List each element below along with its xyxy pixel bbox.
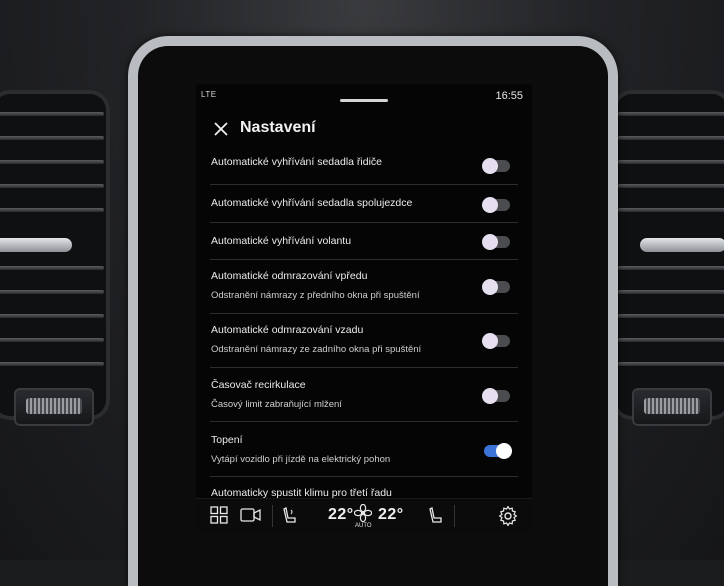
divider (454, 505, 455, 527)
settings-list: Automatické vyhřívání sedadla řidiče Aut… (210, 148, 518, 506)
heating-toggle[interactable] (484, 443, 512, 459)
vent-dial-left[interactable] (14, 388, 94, 426)
climate-bar: 22° AUTO 22° (196, 498, 532, 532)
right-temperature[interactable]: 22° (378, 506, 404, 524)
setting-description: Odstranění námrazy z předního okna při s… (211, 290, 420, 301)
front-defrost-toggle[interactable] (482, 279, 510, 295)
setting-label: Časovač recirkulace (211, 379, 306, 391)
page-title: Nastavení (240, 119, 316, 136)
close-button[interactable] (210, 118, 232, 140)
air-vent-left (0, 90, 110, 420)
vent-dial-right[interactable] (632, 388, 712, 426)
network-indicator: LTE (201, 90, 217, 99)
setting-row-rear-defrost[interactable]: Automatické odmrazování vzadu Odstranění… (210, 313, 518, 367)
fan-mode-label: AUTO (355, 523, 372, 529)
gear-icon[interactable] (498, 506, 518, 526)
camera-icon[interactable] (240, 506, 262, 524)
setting-label: Automatické vyhřívání sedadla řidiče (211, 156, 382, 168)
fan-icon[interactable] (354, 504, 372, 522)
driver-seat-heating-toggle[interactable] (482, 158, 510, 174)
passenger-seat-heating-toggle[interactable] (482, 197, 510, 213)
left-temperature[interactable]: 22° (328, 506, 354, 524)
setting-description: Odstranění námrazy ze zadního okna při s… (211, 344, 422, 355)
setting-label: Topení (211, 434, 243, 446)
settings-header: Nastavení (196, 114, 532, 148)
setting-label: Automatické vyhřívání volantu (211, 235, 352, 247)
driver-seat-icon[interactable] (282, 506, 298, 526)
recirculation-timer-toggle[interactable] (482, 388, 510, 404)
divider (272, 505, 273, 527)
setting-label: Automatické vyhřívání sedadla spolujezdc… (211, 197, 413, 209)
clock: 16:55 (495, 90, 523, 102)
infotainment-screen: LTE 16:55 Nastavení Automatické vyhříván… (196, 84, 532, 532)
setting-row-passenger-seat-heating[interactable]: Automatické vyhřívání sedadla spolujezdc… (210, 184, 518, 222)
steering-wheel-heating-toggle[interactable] (482, 234, 510, 250)
rear-defrost-toggle[interactable] (482, 333, 510, 349)
passenger-seat-icon[interactable] (428, 506, 444, 526)
status-bar: LTE 16:55 (196, 84, 532, 108)
app-grid-icon[interactable] (210, 506, 228, 524)
setting-label: Automatické odmrazování vpředu (211, 270, 368, 282)
setting-row-heating[interactable]: Topení Vytápí vozidlo při jízdě na elekt… (210, 421, 518, 476)
pull-down-handle[interactable] (340, 99, 388, 102)
setting-description: Časový limit zabraňující mlžení (211, 399, 342, 410)
setting-label: Automatické odmrazování vzadu (211, 324, 364, 336)
setting-row-driver-seat-heating[interactable]: Automatické vyhřívání sedadla řidiče (210, 148, 518, 184)
setting-row-front-defrost[interactable]: Automatické odmrazování vpředu Odstraněn… (210, 259, 518, 313)
vent-knob-right[interactable] (640, 238, 724, 252)
close-icon (214, 122, 228, 136)
air-vent-right (612, 90, 724, 420)
setting-row-steering-wheel-heating[interactable]: Automatické vyhřívání volantu (210, 222, 518, 259)
vent-knob-left[interactable] (0, 238, 72, 252)
setting-row-recirculation-timer[interactable]: Časovač recirkulace Časový limit zabraňu… (210, 367, 518, 421)
setting-description: Vytápí vozidlo při jízdě na elektrický p… (211, 454, 391, 465)
